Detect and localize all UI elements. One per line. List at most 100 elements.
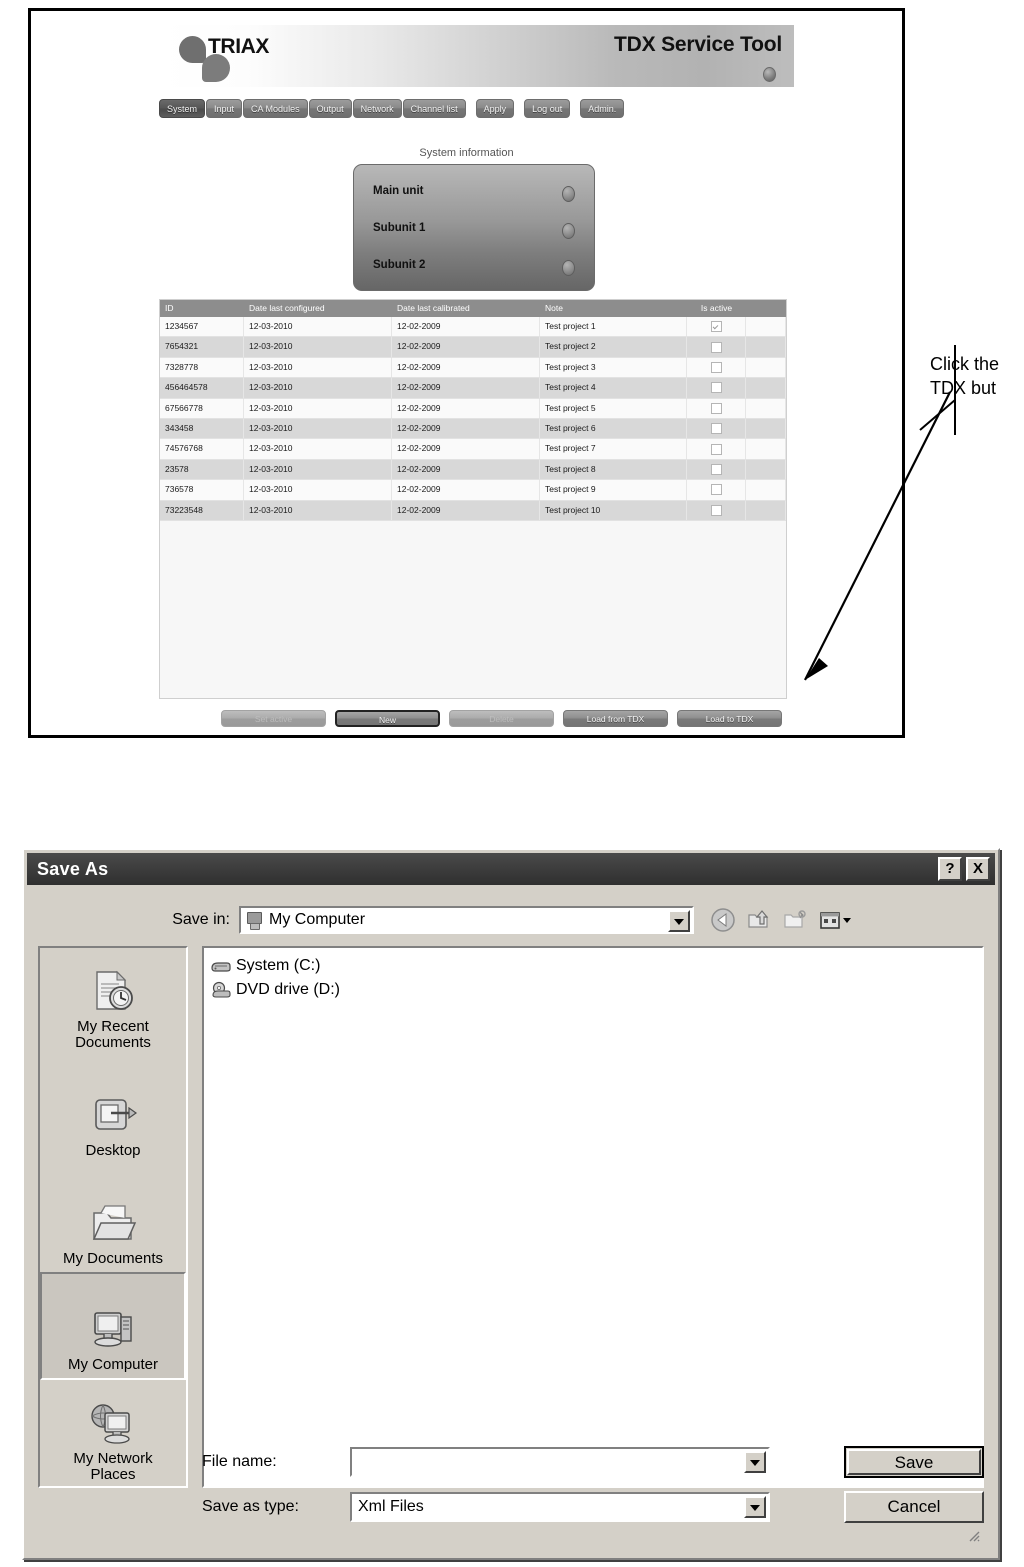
close-icon[interactable]: X [966,857,990,881]
cell-calibrated: 12-02-2009 [392,480,540,500]
column-header[interactable]: Note [540,300,687,317]
checkbox-icon[interactable] [710,423,722,435]
triax-logo-blob-upper [179,36,206,63]
hard-disk-icon [210,957,232,975]
place-item-my-network-places[interactable]: My Network Places [40,1380,186,1488]
column-header[interactable]: ID [160,300,244,317]
main-menu-bar[interactable]: System Input CA Modules Output Network Channe… [159,99,625,119]
cell-is-active[interactable] [687,378,746,398]
cancel-button[interactable]: Cancel [844,1491,984,1523]
dialog-title-bar[interactable]: Save As ? X [27,853,995,885]
new-button[interactable]: New [335,710,440,727]
table-row[interactable]: 67566778 12-03-2010 12-02-2009 Test project… [160,398,786,419]
system-info-row: Main unit [373,181,575,207]
checkbox-icon[interactable] [710,504,722,516]
checkbox-icon[interactable] [710,362,722,374]
cell-note: Test project 3 [540,357,687,378]
menu-item-channel-list[interactable]: Channel list [402,99,466,118]
column-header[interactable]: Date last configured [244,300,392,317]
table-row[interactable]: 7328778 12-03-2010 12-02-2009 Test project … [160,357,786,379]
title-bar-buttons[interactable]: ? X [938,857,990,881]
cell-is-active[interactable] [687,418,746,439]
menu-item-admin[interactable]: Admin. [580,99,625,118]
projects-table[interactable]: ID Date last configured Date last calibrat… [159,299,787,699]
table-row[interactable]: 456464578 12-03-2010 12-02-2009 Test projec… [160,378,786,399]
menu-item-output[interactable]: Output [308,99,352,118]
table-row[interactable]: 1234567 12-03-2010 12-02-2009 Test project … [160,317,786,338]
menu-item-system[interactable]: System [159,99,206,118]
save-button-label: Save [847,1449,981,1475]
menu-item-network[interactable]: Network [352,99,402,118]
resize-grip[interactable] [966,1528,980,1542]
checkbox-icon[interactable] [710,484,722,496]
load-from-tdx-button[interactable]: Load from TDX [563,710,668,727]
cell-calibrated: 12-02-2009 [392,317,540,337]
table-row[interactable]: 343458 12-03-2010 12-02-2009 Test project 6 [160,418,786,440]
column-header[interactable]: Is active [687,300,746,317]
place-item-my-documents[interactable]: My Documents [40,1164,186,1272]
cell-calibrated: 12-02-2009 [392,500,540,520]
save-as-dialog: Save As ? X Save in: My Computer My Rece… [22,848,1000,1560]
menu-item-log-out[interactable]: Log out [524,99,571,118]
menu-item-apply[interactable]: Apply [475,99,515,118]
views-icon[interactable] [818,907,851,933]
cell-configured: 12-03-2010 [244,459,392,480]
place-item-desktop[interactable]: Desktop [40,1056,186,1164]
file-list-item[interactable]: DVD drive (D:) [210,978,982,1002]
dvd-drive-icon [210,981,232,999]
cell-id: 456464578 [160,378,244,398]
place-item-my-computer[interactable]: My Computer [40,1272,186,1380]
save-as-type-chevron-down-icon[interactable] [744,1496,766,1518]
cell-is-active[interactable] [687,357,746,378]
checkbox-icon[interactable] [710,402,722,414]
cell-configured: 12-03-2010 [244,357,392,378]
cell-is-active[interactable] [687,459,746,480]
new-folder-icon[interactable] [782,907,808,933]
column-header[interactable] [746,300,786,317]
callout-text: Click the TDX but [930,352,999,401]
menu-item-ca-modules[interactable]: CA Modules [243,99,308,118]
system-info-row: Subunit 2 [373,255,575,281]
table-row[interactable]: 73223548 12-03-2010 12-02-2009 Test project… [160,500,786,521]
save-as-type-combobox[interactable]: Xml Files [350,1492,770,1522]
cell-is-active[interactable] [687,439,746,459]
save-button[interactable]: Save [844,1446,984,1478]
menu-item-input[interactable]: Input [206,99,243,118]
checkbox-icon[interactable] [710,382,722,394]
action-button-bar[interactable]: Set active New Delete Load from TDX Load to … [221,710,782,727]
table-row[interactable]: 23578 12-03-2010 12-02-2009 Test project 8 [160,459,786,481]
back-icon[interactable] [710,907,736,933]
save-as-type-value: Xml Files [358,1498,424,1515]
file-name-chevron-down-icon[interactable] [744,1451,766,1473]
cell-id: 7654321 [160,337,244,357]
cell-is-active[interactable] [687,500,746,520]
place-item-my-recent-documents[interactable]: My Recent Documents [40,948,186,1056]
cell-is-active[interactable] [687,317,746,337]
table-row[interactable]: 7654321 12-03-2010 12-02-2009 Test project … [160,337,786,358]
file-list-item[interactable]: System (C:) [210,954,982,978]
help-button[interactable]: ? [938,857,962,881]
save-in-combobox[interactable]: My Computer [239,906,694,934]
checkbox-icon[interactable] [710,443,722,455]
cell-is-active[interactable] [687,480,746,500]
load-to-tdx-button[interactable]: Load to TDX [677,710,782,727]
dialog-toolbar[interactable] [710,907,851,933]
table-body[interactable]: 1234567 12-03-2010 12-02-2009 Test project … [160,317,786,521]
file-list[interactable]: System (C:) DVD drive (D:) [202,946,984,1488]
place-item-label: Desktop [85,1141,141,1159]
file-name-input[interactable] [350,1447,770,1477]
table-row[interactable]: 736578 12-03-2010 12-02-2009 Test project 9 [160,480,786,501]
cell-configured: 12-03-2010 [244,378,392,398]
up-one-level-icon[interactable] [746,907,772,933]
column-header[interactable]: Date last calibrated [392,300,540,317]
checkbox-checked-icon[interactable] [710,321,722,333]
file-list-item-label: System (C:) [236,957,321,974]
chevron-down-icon[interactable] [668,910,690,932]
cell-is-active[interactable] [687,398,746,418]
system-info-label: Subunit 2 [373,259,426,271]
places-bar[interactable]: My Recent Documents Desktop My Documents My … [38,946,188,1488]
checkbox-icon[interactable] [710,341,722,353]
cell-is-active[interactable] [687,337,746,357]
table-row[interactable]: 74576768 12-03-2010 12-02-2009 Test project… [160,439,786,460]
checkbox-icon[interactable] [710,463,722,475]
